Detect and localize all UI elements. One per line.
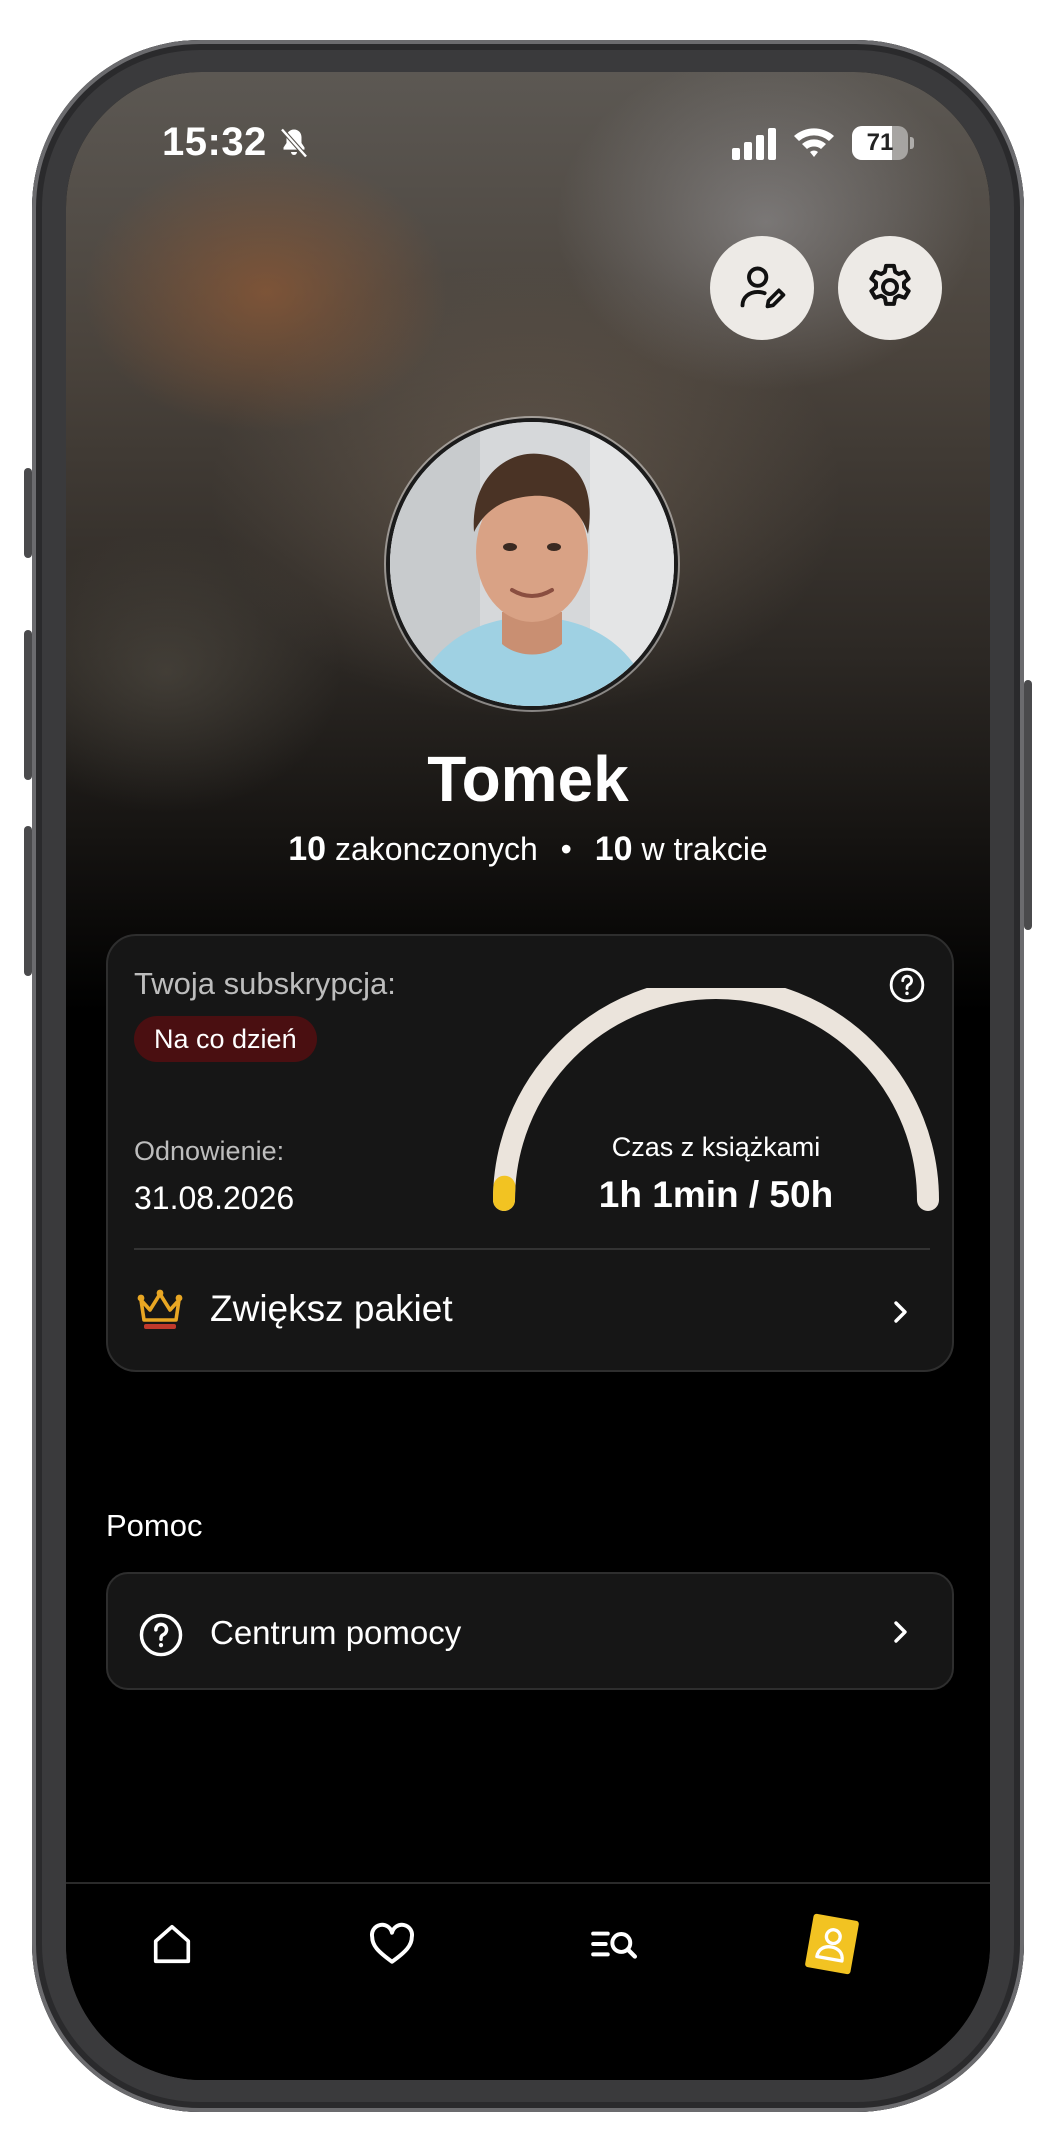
- edit-profile-button[interactable]: [710, 236, 814, 340]
- chevron-right-icon: [894, 1301, 907, 1323]
- volume-up-button: [24, 630, 32, 780]
- finished-label: zakonczonych: [334, 831, 538, 867]
- app-screen: 15:32 71 Tomek 10 zakonczonych • 10 w tr…: [66, 72, 990, 2080]
- status-bar: 15:32 71: [66, 72, 990, 212]
- tab-favorites[interactable]: [352, 1904, 432, 1984]
- renewal-label: Odnowienie:: [134, 1136, 285, 1166]
- tab-home[interactable]: [132, 1904, 212, 1984]
- battery-percent: 71: [866, 129, 894, 156]
- list-search-icon: [591, 1931, 638, 1959]
- gauge-value: 1h 1min / 50h: [598, 1174, 834, 1215]
- question-circle-icon: [139, 1613, 183, 1657]
- renewal-date: 31.08.2026: [134, 1180, 295, 1216]
- profile-icon: [815, 1928, 844, 1963]
- help-center-row[interactable]: Centrum pomocy: [106, 1572, 954, 1690]
- avatar: [386, 418, 678, 710]
- tab-profile[interactable]: [792, 1904, 872, 1984]
- tab-bar: [66, 1884, 990, 2080]
- user-edit-icon: [740, 266, 786, 309]
- wifi-icon: [794, 128, 834, 157]
- upgrade-plan-label: Zwiększ pakiet: [210, 1288, 453, 1329]
- help-section-title: Pomoc: [106, 1508, 203, 1543]
- home-icon: [153, 1924, 191, 1964]
- user-photo: [390, 422, 674, 706]
- cellular-signal-icon: [732, 128, 776, 160]
- action-button: [24, 468, 32, 558]
- gauge-track: [493, 988, 939, 1211]
- help-center-label: Centrum pomocy: [210, 1614, 462, 1651]
- status-time: 15:32: [162, 120, 267, 164]
- subscription-card: Twoja subskrypcja: Na co dzień Odnowieni…: [106, 934, 954, 1372]
- user-name: Tomek: [427, 743, 629, 815]
- bell-muted-icon: [280, 128, 308, 158]
- power-button: [1024, 680, 1032, 930]
- subscription-label: Twoja subskrypcja:: [134, 966, 396, 1001]
- finished-count: 10: [288, 830, 327, 868]
- plan-badge: Na co dzień: [134, 1016, 317, 1062]
- volume-down-button: [24, 826, 32, 976]
- upgrade-plan-row[interactable]: Zwiększ pakiet: [108, 1250, 954, 1372]
- stats-separator: •: [560, 831, 572, 867]
- reading-stats: 10 zakonczonych • 10 w trakcie: [66, 830, 990, 869]
- battery-indicator: 71: [852, 126, 914, 160]
- chevron-right-icon: [894, 1621, 907, 1643]
- profile-tab-highlight: [804, 1913, 860, 1975]
- in-progress-count: 10: [594, 830, 633, 868]
- gauge-title: Czas z książkami: [611, 1132, 821, 1162]
- in-progress-label: w trakcie: [641, 831, 768, 867]
- tab-search[interactable]: [574, 1904, 654, 1984]
- crown-icon: [137, 1289, 183, 1329]
- settings-button[interactable]: [838, 236, 942, 340]
- heart-icon: [370, 1922, 414, 1964]
- gear-icon: [869, 263, 911, 306]
